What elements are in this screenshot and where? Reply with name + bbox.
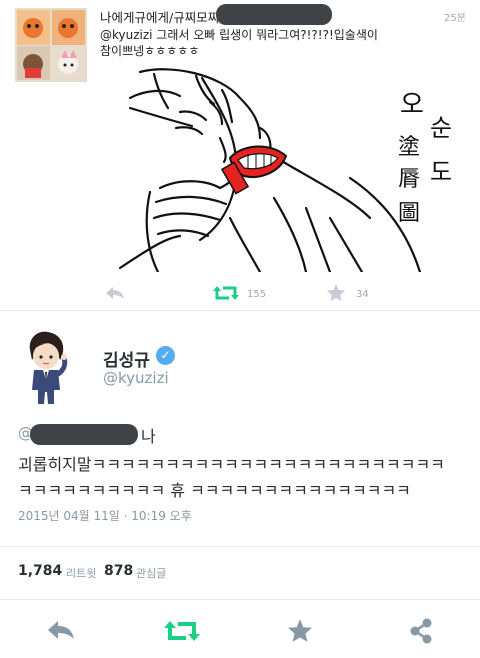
calligraphy-char: 脣 — [398, 167, 420, 192]
redaction-bar — [216, 4, 332, 25]
divider — [0, 546, 480, 547]
favorite-count: 34 — [356, 289, 369, 300]
mention-suffix: 나 — [141, 427, 156, 446]
author-avatar[interactable] — [20, 330, 72, 406]
reply-text: @kyuzizi 그래서 오빠 립생이 뭐라그여?!?!?!입술색이 참이쁘넹ㅎ… — [100, 27, 400, 59]
tweet-text-line: ㅋㅋㅋㅋㅋㅋㅋㅋㅋㅋ 휴 ㅋㅋㅋㅋㅋㅋㅋㅋㅋㅋㅋㅋㅋㅋㅋ — [18, 481, 411, 500]
retweets-value[interactable]: 1,784 — [18, 563, 62, 579]
calligraphy-char: 순 — [430, 114, 452, 142]
retweets-label[interactable]: 리트윗 — [66, 565, 96, 581]
author-handle[interactable]: @kyuzizi — [103, 369, 169, 387]
favorites-label[interactable]: 관심글 — [136, 565, 166, 581]
tweet-timestamp: 2015년 04월 11일 · 10:19 오후 — [18, 509, 192, 523]
divider — [0, 599, 480, 600]
reply-avatar[interactable] — [15, 8, 87, 82]
calligraphy-char: 塗 — [398, 135, 420, 160]
retweet-count: 155 — [247, 289, 267, 300]
reply-icon[interactable] — [104, 285, 126, 301]
verified-badge-icon: ✓ — [156, 346, 175, 365]
reply-timestamp: 25분 — [444, 13, 466, 24]
reply-text-line: 참이쁘넹ㅎㅎㅎㅎㅎ — [100, 44, 200, 58]
redaction-bar — [30, 424, 138, 445]
tweet-text-line: 괴롭히지말ㅋㅋㅋㅋㅋㅋㅋㅋㅋㅋㅋㅋㅋㅋㅋㅋㅋㅋㅋㅋㅋㅋㅋㅋ — [18, 455, 445, 474]
calligraphy-char: 圖 — [398, 201, 420, 226]
favorites-value[interactable]: 878 — [104, 563, 133, 579]
favorite-star-icon[interactable] — [287, 618, 313, 643]
calligraphy-char: 도 — [430, 158, 452, 186]
retweet-icon[interactable] — [213, 285, 239, 301]
author-name[interactable]: 김성규 — [103, 346, 150, 371]
reply-media-image[interactable]: 오 순 도 塗 脣 圖 — [110, 68, 478, 272]
divider — [0, 310, 480, 311]
reply-text-line: @kyuzizi 그래서 오빠 립생이 뭐라그여?!?!?!입술색이 — [100, 28, 378, 42]
favorite-star-icon[interactable] — [326, 283, 346, 302]
reply-icon[interactable] — [46, 619, 76, 641]
calligraphy-char: 오 — [400, 90, 424, 120]
reply-author-name[interactable]: 나에게규에게/규찌모찌 — [100, 7, 219, 26]
share-icon[interactable] — [409, 618, 433, 644]
retweet-icon[interactable] — [164, 620, 200, 642]
